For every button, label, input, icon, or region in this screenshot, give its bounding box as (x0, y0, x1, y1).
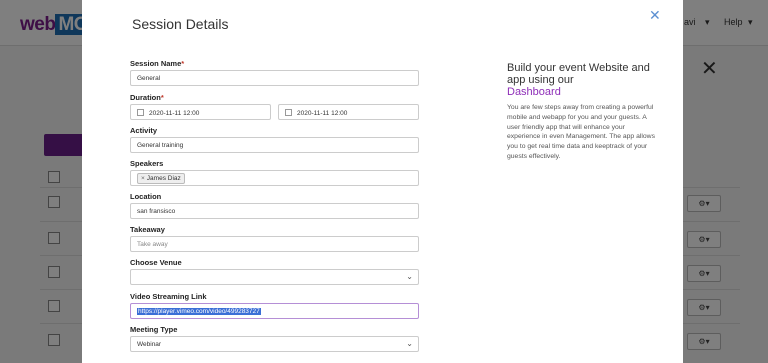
calendar-icon (285, 109, 292, 116)
promo-heading: Build your event Website and app using o… (507, 62, 650, 86)
chevron-down-icon: ⌄ (406, 272, 413, 281)
location-input[interactable]: san fransisco (130, 203, 419, 219)
meeting-type-select[interactable]: Webinar ⌄ (130, 336, 419, 352)
activity-label: Activity (130, 126, 158, 135)
takeaway-label: Takeaway (130, 225, 165, 234)
venue-select[interactable]: ⌄ (130, 269, 419, 285)
speakers-label: Speakers (130, 159, 164, 168)
duration-label: Duration* (130, 93, 164, 102)
remove-tag-icon[interactable]: × (141, 175, 145, 182)
dashboard-promo: Build your event Website and app using o… (507, 62, 657, 162)
activity-input[interactable]: General training (130, 137, 419, 153)
meeting-type-label: Meeting Type (130, 325, 178, 334)
dashboard-link[interactable]: Dashboard (507, 86, 657, 99)
video-link-input[interactable]: https://player.vimeo.com/video/499283727 (130, 303, 419, 319)
takeaway-input[interactable]: Take away (130, 236, 419, 252)
session-name-label: Session Name* (130, 59, 185, 68)
chevron-down-icon: ⌄ (406, 339, 413, 348)
duration-end-input[interactable]: 2020-11-11 12:00 (278, 104, 419, 120)
session-name-input[interactable]: General (130, 70, 419, 86)
close-icon[interactable]: ✕ (649, 7, 661, 24)
video-link-label: Video Streaming Link (130, 292, 207, 301)
calendar-icon (137, 109, 144, 116)
session-details-modal: Session Details ✕ Session Name* General … (82, 0, 683, 363)
duration-start-input[interactable]: 2020-11-11 12:00 (130, 104, 271, 120)
speakers-input[interactable]: × James Diaz (130, 170, 419, 186)
location-label: Location (130, 192, 162, 201)
promo-body: You are few steps away from creating a p… (507, 104, 655, 160)
modal-title: Session Details (132, 16, 229, 32)
speaker-tag: × James Diaz (137, 173, 185, 184)
venue-label: Choose Venue (130, 258, 182, 267)
